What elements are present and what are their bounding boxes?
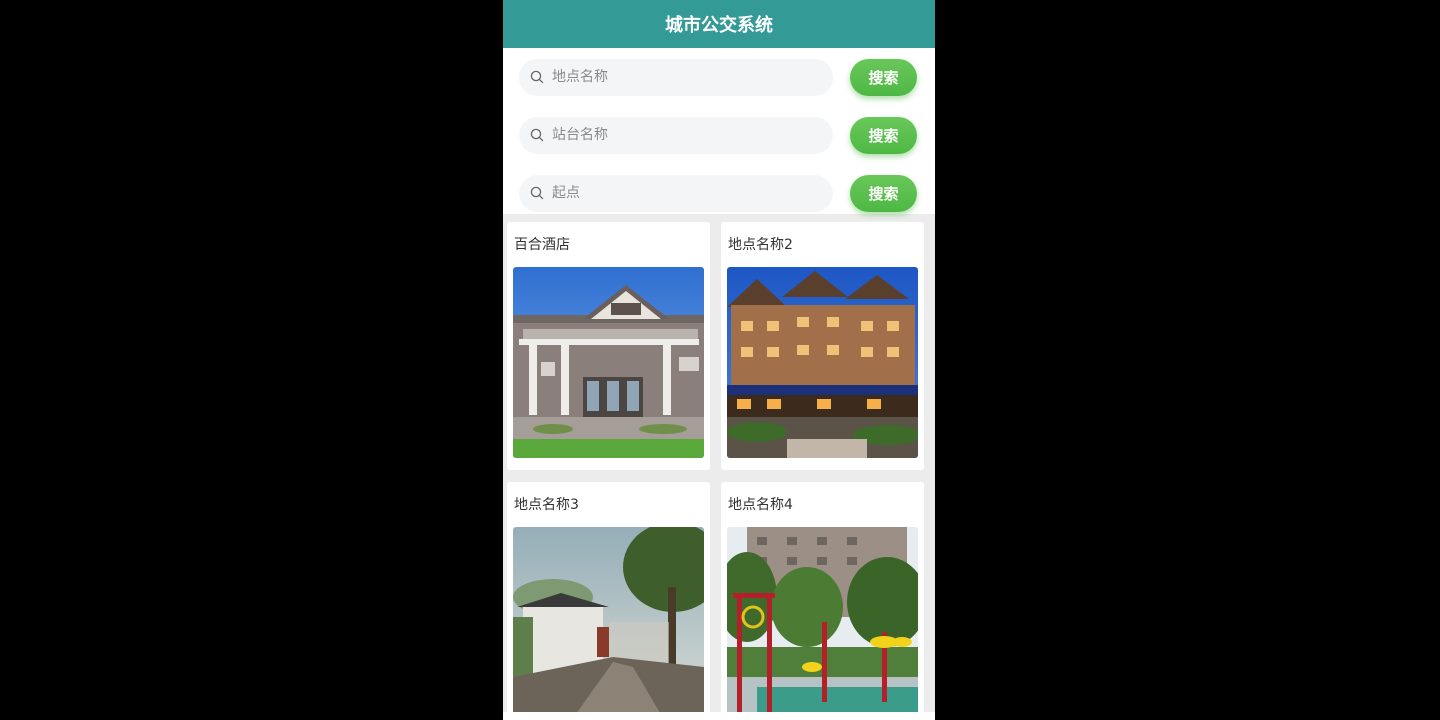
search-icon bbox=[530, 186, 544, 200]
station-search-box[interactable] bbox=[519, 116, 833, 154]
place-photo[interactable] bbox=[727, 527, 918, 718]
search-panel: 搜索 搜索 搜索 bbox=[503, 48, 935, 214]
place-card-title: 地点名称2 bbox=[728, 237, 793, 253]
place-search-input[interactable] bbox=[550, 68, 814, 86]
place-photo[interactable] bbox=[513, 267, 704, 458]
page-title: 城市公交系统 bbox=[665, 15, 773, 36]
place-search-box[interactable] bbox=[519, 58, 833, 96]
bottom-edge bbox=[503, 712, 935, 720]
place-card[interactable]: 百合酒店 bbox=[507, 222, 710, 470]
search-icon bbox=[530, 70, 544, 84]
place-photo[interactable] bbox=[513, 527, 704, 718]
start-search-box[interactable] bbox=[519, 174, 833, 212]
place-card-title: 地点名称3 bbox=[514, 497, 579, 513]
search-icon bbox=[530, 128, 544, 142]
place-grid: 百合酒店 地点名称2 地点名称3 地点名称4 bbox=[503, 214, 935, 720]
app-screen: 城市公交系统 搜索 搜索 bbox=[503, 0, 935, 720]
place-photo[interactable] bbox=[727, 267, 918, 458]
station-search-input[interactable] bbox=[550, 126, 814, 144]
header-bar: 城市公交系统 bbox=[503, 0, 935, 48]
station-search-button[interactable]: 搜索 bbox=[850, 116, 917, 154]
start-search-input[interactable] bbox=[550, 184, 814, 202]
place-card[interactable]: 地点名称2 bbox=[721, 222, 924, 470]
search-row-station: 搜索 bbox=[519, 116, 918, 154]
place-card[interactable]: 地点名称3 bbox=[507, 482, 710, 720]
place-card-title: 百合酒店 bbox=[514, 237, 570, 253]
place-search-button[interactable]: 搜索 bbox=[850, 58, 917, 96]
place-card-title: 地点名称4 bbox=[728, 497, 793, 513]
search-row-start: 搜索 bbox=[519, 174, 918, 212]
search-row-place: 搜索 bbox=[519, 58, 918, 96]
place-card[interactable]: 地点名称4 bbox=[721, 482, 924, 720]
start-search-button[interactable]: 搜索 bbox=[850, 174, 917, 212]
